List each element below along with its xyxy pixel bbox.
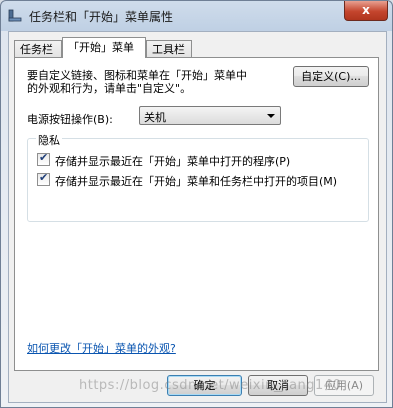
customize-button[interactable]: 自定义(C)... <box>293 66 369 87</box>
privacy-group: 隐私 ✔ 存储并显示最近在「开始」菜单中打开的程序(P) ✔ 存储并显示最近在「… <box>27 132 369 222</box>
change-start-menu-look-link[interactable]: 如何更改「开始」菜单的外观? <box>27 340 176 356</box>
dialog-client-area: 任务栏 「开始」菜单 工具栏 要自定义链接、图标和菜单在「开始」菜单中的外观和行… <box>8 31 387 403</box>
power-button-select[interactable]: 关机 <box>139 106 281 125</box>
tab-taskbar[interactable]: 任务栏 <box>14 40 62 57</box>
start-menu-panel: 要自定义链接、图标和菜单在「开始」菜单中的外观和行为，请单击"自定义"。 自定义… <box>14 57 379 371</box>
store-recent-items-label: 存储并显示最近在「开始」菜单和任务栏中打开的项目(M) <box>55 175 338 188</box>
tab-toolbars[interactable]: 工具栏 <box>146 40 192 57</box>
tab-start-menu[interactable]: 「开始」菜单 <box>62 37 146 58</box>
properties-window: 任务栏和「开始」菜单属性 x 任务栏 「开始」菜单 工具栏 要自定义链接、图标和… <box>0 0 393 408</box>
chevron-down-icon <box>267 114 275 118</box>
customize-description: 要自定义链接、图标和菜单在「开始」菜单中的外观和行为，请单击"自定义"。 <box>27 69 247 95</box>
store-recent-programs-label: 存储并显示最近在「开始」菜单中打开的程序(P) <box>55 155 291 168</box>
privacy-group-title: 隐私 <box>36 132 62 148</box>
watermark: https://blog.csdn.net/weixin_jiang140 <box>79 378 342 393</box>
power-button-label: 电源按钮操作(B): <box>27 113 113 126</box>
window-title: 任务栏和「开始」菜单属性 <box>29 10 174 24</box>
checkmark-icon: ✔ <box>39 171 49 184</box>
store-recent-programs-checkbox[interactable]: ✔ <box>37 151 50 166</box>
title-bar[interactable]: 任务栏和「开始」菜单属性 x <box>1 1 392 31</box>
power-button-value: 关机 <box>144 111 166 124</box>
taskbar-properties-icon <box>8 9 22 22</box>
store-recent-items-checkbox[interactable]: ✔ <box>37 171 50 186</box>
checkmark-icon: ✔ <box>39 151 49 164</box>
close-icon: x <box>362 3 370 17</box>
close-button[interactable]: x <box>344 1 388 21</box>
